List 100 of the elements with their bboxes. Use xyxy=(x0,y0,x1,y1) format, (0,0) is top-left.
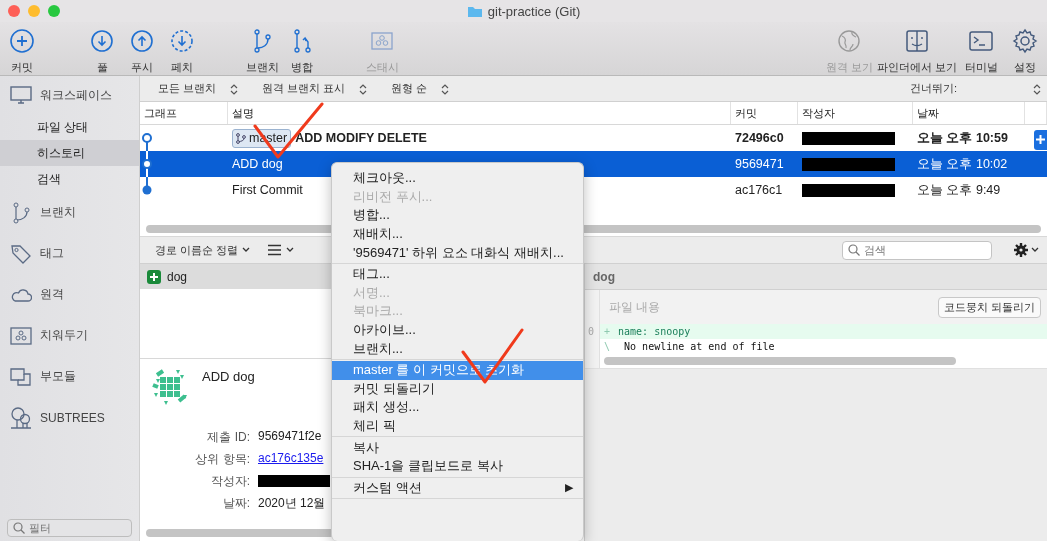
plus-circle-icon xyxy=(9,28,35,54)
sidebar-item[interactable]: 검색 xyxy=(0,166,139,192)
toolbar-button[interactable]: 페치 xyxy=(162,28,202,75)
menu-item[interactable]: 체리 픽 xyxy=(332,416,583,436)
toolbar-button[interactable]: 터미널 xyxy=(961,28,1001,75)
toolbar-button[interactable]: 설정 xyxy=(1005,28,1045,75)
file-name: dog xyxy=(167,269,188,284)
sidebar-item[interactable]: 브랜치 xyxy=(0,192,139,233)
field-label: 날짜: xyxy=(221,495,250,512)
avatar-icon xyxy=(150,367,190,407)
commit-date: 오늘 오후 10:59 xyxy=(917,129,1008,147)
dropdown[interactable]: 원격 브랜치 표시 xyxy=(250,81,380,96)
stash-icon xyxy=(10,324,32,347)
folder-icon xyxy=(466,4,483,18)
toolbar-button[interactable]: 커밋 xyxy=(2,28,42,75)
menu-item[interactable]: 커스텀 액션 ▶ xyxy=(332,478,583,498)
diff-marker: \ xyxy=(604,341,611,352)
toolbar-button[interactable]: 파인더에서 보기 xyxy=(876,28,957,75)
submenu-arrow: ▶ xyxy=(565,481,573,495)
menu-item[interactable]: 태그... xyxy=(332,264,583,284)
menu-item[interactable]: 아카이브... xyxy=(332,320,583,340)
window-title: git-practice (Git) xyxy=(487,3,581,19)
column-header[interactable]: 날짜 xyxy=(913,102,1025,124)
added-file-icon xyxy=(147,269,161,284)
sidebar-item[interactable]: 히스토리 xyxy=(0,140,139,166)
parent-link[interactable]: ac176c135e xyxy=(258,451,324,465)
branch-icon xyxy=(236,132,246,144)
field-value: 9569471f2e xyxy=(258,429,323,443)
commit-message: ADD MODIFY DELETE xyxy=(295,131,427,145)
add-button[interactable] xyxy=(1034,129,1047,150)
file-header: dog xyxy=(585,264,1047,290)
toolbar-button[interactable]: 병합 xyxy=(282,28,322,75)
sort-dropdown[interactable]: 경로 이름순 정렬 xyxy=(155,242,251,258)
menu-item[interactable]: 병합... xyxy=(332,206,583,225)
settings-icon xyxy=(1012,28,1038,54)
trees-icon xyxy=(10,406,32,429)
column-header[interactable]: 설명 xyxy=(228,102,731,124)
menu-item[interactable]: 커밋 되돌리기 xyxy=(332,379,583,399)
field-label: 상위 항목: xyxy=(194,451,250,468)
toolbar-button[interactable]: 푸시 xyxy=(122,28,162,75)
commit-title: ADD dog xyxy=(202,369,255,386)
tag-icon xyxy=(10,242,32,265)
toolbar-button[interactable]: 브랜치 xyxy=(242,28,282,75)
diff-marker: + xyxy=(604,326,611,337)
up-arrow-circle-icon xyxy=(129,28,155,54)
menu-item[interactable]: 패치 생성... xyxy=(332,398,583,417)
search-field[interactable]: 검색 xyxy=(842,240,992,260)
monitor-icon xyxy=(10,84,32,106)
sidebar-item[interactable]: 부모듈 xyxy=(0,356,139,397)
column-header[interactable]: 그래프 xyxy=(140,102,228,124)
updown-icon xyxy=(359,82,368,95)
sidebar-item[interactable]: 원격 xyxy=(0,274,139,315)
commit-message: ADD dog xyxy=(232,157,283,171)
chevron-icon xyxy=(242,247,251,253)
redaction-bar xyxy=(258,475,330,487)
globe-icon xyxy=(836,28,863,54)
menu-item[interactable]: 복사 xyxy=(332,438,583,457)
graph-node-icon xyxy=(142,151,152,177)
minimize-button[interactable] xyxy=(28,5,40,17)
down-arrow-circle-icon xyxy=(89,28,115,54)
terminal-icon xyxy=(968,28,994,54)
sidebar-item[interactable]: SUBTREES xyxy=(0,397,139,438)
revert-hunk-button[interactable]: 코드뭉치 되돌리기 xyxy=(937,296,1041,318)
updown-icon[interactable] xyxy=(1033,82,1041,95)
chevron-icon xyxy=(1031,247,1039,253)
menu-item[interactable]: 브랜치... xyxy=(332,339,583,358)
column-header[interactable]: 커밋 xyxy=(731,102,798,124)
column-header[interactable]: 작성자 xyxy=(798,102,913,124)
zoom-button[interactable] xyxy=(48,5,60,17)
branch-icon xyxy=(10,201,32,224)
settings-menu-button[interactable] xyxy=(1014,243,1039,257)
filter-field[interactable]: 필터 xyxy=(7,519,132,537)
folders-icon xyxy=(10,365,32,388)
sidebar-item[interactable]: 태그 xyxy=(0,233,139,274)
settings-icon xyxy=(1014,243,1028,257)
field-label: 제출 ID: xyxy=(206,429,250,446)
updown-icon xyxy=(230,82,239,95)
menu-item[interactable]: SHA-1을 클립보드로 복사 xyxy=(332,456,583,476)
commit-date: 오늘 오후 9:49 xyxy=(917,181,1001,199)
sidebar-item[interactable]: 치워두기 xyxy=(0,315,139,356)
sidebar-item[interactable]: 워크스페이스 xyxy=(0,76,139,114)
diff-line: name: snoopy xyxy=(618,326,691,337)
dropdown[interactable]: 모든 브랜치 xyxy=(140,81,251,96)
view-mode-button[interactable] xyxy=(268,244,295,256)
menu-item[interactable]: 재배치... xyxy=(332,224,583,244)
toolbar-button[interactable]: 풀 xyxy=(82,28,122,75)
chevron-icon xyxy=(286,247,295,253)
commit-date: 오늘 오후 10:02 xyxy=(917,155,1008,173)
field-value: 2020년 12월 xyxy=(258,495,327,512)
plus-icon xyxy=(1036,135,1045,144)
diff-line: No newline at end of file xyxy=(623,341,775,352)
search-icon xyxy=(848,243,860,256)
commit-hash: 9569471 xyxy=(735,157,784,171)
scrollbar[interactable] xyxy=(604,357,956,365)
finder-face-icon xyxy=(903,28,930,54)
dropdown[interactable]: 원형 순 xyxy=(379,81,462,96)
close-button[interactable] xyxy=(8,5,20,17)
commit-message: First Commit xyxy=(232,183,303,197)
sidebar-item[interactable]: 파일 상태 xyxy=(0,114,139,140)
menu-item[interactable]: '9569471' 하위 요소 대화식 재배치... xyxy=(332,243,583,262)
